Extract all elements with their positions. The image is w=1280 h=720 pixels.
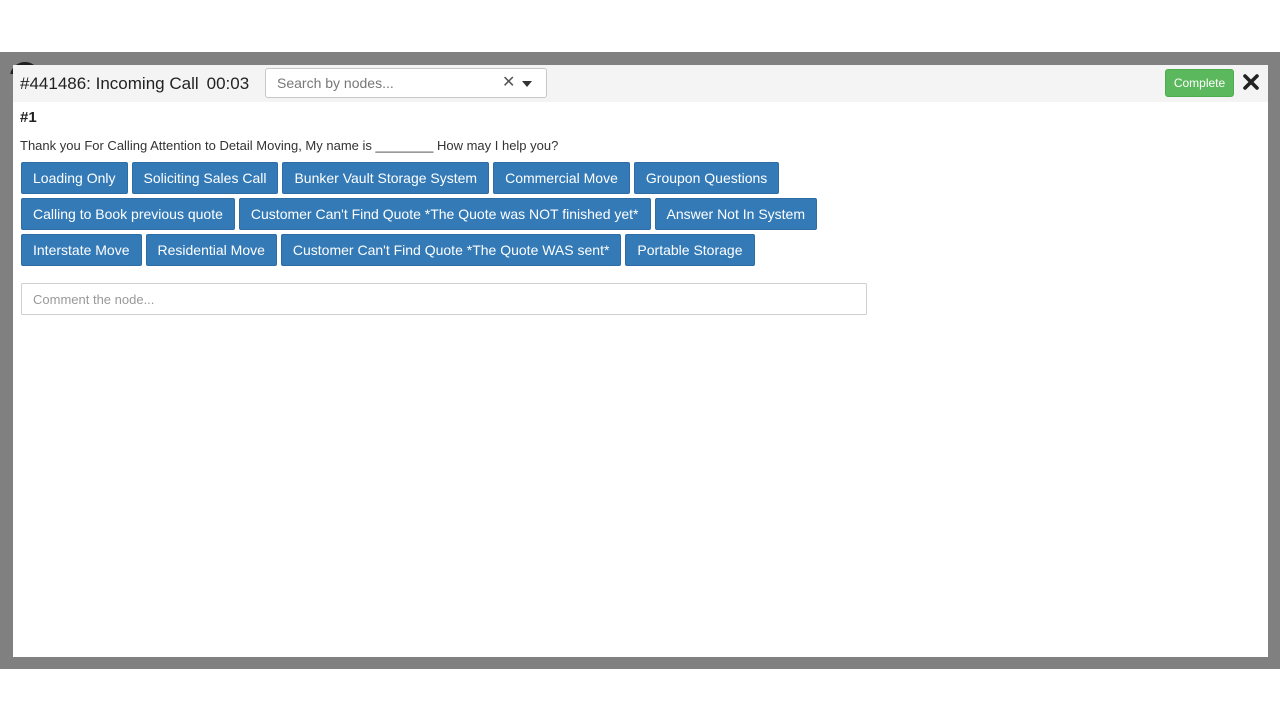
complete-button[interactable]: Complete (1165, 69, 1234, 97)
caret-down-icon[interactable] (522, 81, 532, 87)
option-groupon-questions-button[interactable]: Groupon Questions (633, 162, 780, 194)
option-commercial-move-button[interactable]: Commercial Move (493, 162, 630, 194)
option-loading-only-button[interactable]: Loading Only (21, 162, 128, 194)
clear-search-icon[interactable]: ✕ (502, 74, 515, 92)
close-icon[interactable] (1242, 73, 1260, 91)
node-search-input[interactable] (277, 74, 487, 92)
option-book-previous-quote-button[interactable]: Calling to Book previous quote (21, 198, 235, 230)
call-script-modal: #441486: Incoming Call 00:03 ✕ Complete #… (13, 65, 1268, 657)
option-residential-move-button[interactable]: Residential Move (145, 234, 277, 266)
option-portable-storage-button[interactable]: Portable Storage (625, 234, 755, 266)
option-interstate-move-button[interactable]: Interstate Move (21, 234, 142, 266)
node-script-text: Thank you For Calling Attention to Detai… (20, 138, 559, 153)
option-bunker-vault-storage-button[interactable]: Bunker Vault Storage System (282, 162, 490, 194)
option-row-2: Calling to Book previous quote Customer … (21, 198, 817, 230)
call-id-label: #441486: Incoming Call (20, 74, 199, 93)
option-quote-not-finished-button[interactable]: Customer Can't Find Quote *The Quote was… (238, 198, 651, 230)
node-search-select[interactable]: ✕ (265, 68, 547, 98)
node-comment-input[interactable] (21, 283, 867, 315)
option-row-1: Loading Only Soliciting Sales Call Bunke… (21, 162, 780, 194)
modal-header: #441486: Incoming Call 00:03 ✕ Complete (13, 65, 1268, 102)
call-title: #441486: Incoming Call 00:03 (20, 74, 249, 94)
option-answer-not-in-system-button[interactable]: Answer Not In System (654, 198, 817, 230)
option-soliciting-sales-call-button[interactable]: Soliciting Sales Call (131, 162, 279, 194)
option-row-3: Interstate Move Residential Move Custome… (21, 234, 755, 266)
node-number: #1 (20, 109, 37, 126)
call-timer: 00:03 (206, 74, 250, 93)
option-quote-was-sent-button[interactable]: Customer Can't Find Quote *The Quote WAS… (280, 234, 622, 266)
